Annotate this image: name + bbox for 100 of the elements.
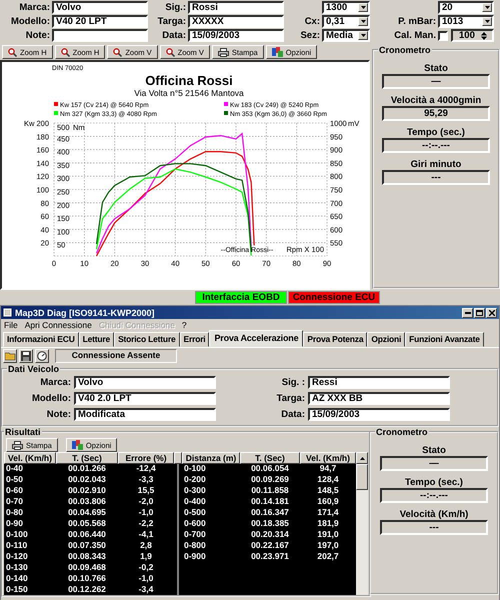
text-field[interactable]: AZ XXX BB (308, 392, 450, 405)
save-button[interactable] (19, 349, 33, 363)
dropdown-field[interactable]: 1300 (322, 1, 370, 14)
table-cell-text: 00.12.262 (67, 584, 107, 595)
text-field[interactable] (52, 29, 148, 42)
menu-item[interactable]: Apri Connessione (24, 320, 92, 330)
table-cell-text: 0-700 (183, 529, 207, 540)
table-cell-text: 00.06.440 (67, 529, 107, 540)
column-header[interactable]: Vel. (Km/h) (4, 452, 56, 464)
table-cell-text: -2,2 (138, 518, 154, 529)
table-cell-text: 00.03.806 (67, 496, 107, 507)
tab[interactable]: Prova Accelerazione (209, 330, 304, 347)
text-field[interactable]: Rossi (188, 1, 284, 14)
stopwatch-label: Stato (422, 445, 446, 456)
scroll-up-icon (360, 456, 364, 460)
column-header[interactable]: Vel. (Km/h) (300, 452, 356, 464)
tab[interactable]: Letture (78, 332, 114, 347)
table-cell-text: 181,9 (316, 518, 340, 529)
close-button[interactable] (486, 308, 497, 318)
table-cell-text: 0-130 (5, 562, 29, 573)
column-header[interactable]: T. (Sec) (56, 452, 118, 464)
table-cell-text: 202,7 (316, 551, 340, 562)
minimize-button[interactable] (462, 308, 473, 318)
table-cell-text: 00.10.766 (67, 573, 107, 584)
table-cell-text: 2,8 (139, 540, 153, 551)
spinner-field[interactable]: 100 (451, 29, 494, 42)
table-cell-text: 171,4 (316, 507, 340, 518)
table-cell-text: 1,9 (139, 551, 153, 562)
field-label: Modello: (10, 15, 50, 28)
table-cell-text: 191,0 (316, 529, 340, 540)
tab[interactable]: Opzioni (367, 332, 406, 347)
group-title: Cronometro (375, 427, 428, 437)
dropdown-field[interactable]: Media (322, 29, 370, 42)
table-cell-text: 00.11.858 (250, 485, 290, 496)
text-field[interactable]: Volvo (74, 376, 216, 389)
status-indicator: Connessione ECU (288, 291, 380, 304)
table-cell-text: 0-100 (5, 529, 29, 540)
table-cell-text: 0-60 (5, 485, 24, 496)
maximize-button[interactable] (474, 308, 485, 318)
printer-icon (218, 48, 229, 56)
close-icon (488, 310, 494, 316)
field-label: P. mBar: (397, 15, 436, 28)
table-cell-text: -12,4 (135, 463, 157, 474)
tab[interactable]: Funzioni Avanzate (405, 332, 484, 347)
dropdown-field[interactable]: 1013 (438, 15, 494, 28)
text-field[interactable]: Ressi (308, 376, 450, 389)
readout-field: — (380, 456, 488, 471)
minimize-icon (464, 312, 470, 314)
scrollbar[interactable] (356, 452, 368, 595)
table-cell-text: 0-600 (183, 518, 207, 529)
folder-icon (4, 352, 16, 360)
table-cell-text: 160,9 (316, 496, 340, 507)
tab[interactable]: Errori (180, 332, 210, 347)
column-header[interactable]: Distanza (m) (182, 452, 240, 464)
table-cell-text: 00.16.347 (250, 507, 290, 518)
text-field[interactable]: Modificata (74, 408, 216, 421)
chart-subtitle: Via Volta n°5 21546 Mantova (134, 88, 244, 98)
tab[interactable]: Informazioni ECU (3, 332, 79, 347)
table-cell-text: 00.02.043 (67, 474, 107, 485)
table-cell-text: 94,7 (318, 463, 338, 474)
group-title: Risultati (4, 427, 42, 437)
checkbox[interactable] (438, 30, 448, 40)
readout-field: --:--.--- (380, 488, 488, 503)
stopwatch-label: Tempo (sec.) (405, 477, 463, 488)
menu-item[interactable]: ? (182, 320, 187, 330)
scrollbar-thumb[interactable] (356, 464, 368, 490)
table-cell-text: -2,0 (138, 496, 154, 507)
open-button[interactable] (3, 349, 17, 363)
tab[interactable]: Storico Letture (114, 332, 180, 347)
text-field[interactable]: V40 2.0 LPT (74, 392, 216, 405)
connect-button[interactable] (35, 349, 49, 363)
table-cell-text: 0-110 (5, 540, 28, 551)
text-field[interactable]: XXXXX (188, 15, 284, 28)
stopwatch-label: Giri minuto (410, 159, 462, 170)
column-header[interactable]: T. (Sec) (240, 452, 300, 464)
readout-field: — (382, 74, 490, 89)
table-cell-text: 0-200 (183, 474, 207, 485)
text-field[interactable]: V40 20 LPT (52, 15, 148, 28)
text-field[interactable]: Volvo (52, 1, 148, 14)
field-label: Sig. : (280, 376, 305, 390)
caret-down-icon (360, 34, 366, 37)
spin-arrows-icon (480, 32, 487, 40)
table-cell-text: 00.23.971 (250, 551, 290, 562)
field-label: Marca: (18, 1, 50, 14)
column-header[interactable]: Errore (%) (118, 452, 174, 464)
readout-field: --- (380, 520, 488, 535)
field-label: Note: (46, 408, 71, 422)
dropdown-field[interactable]: 20 (438, 1, 494, 14)
stopwatch-label: Stato (424, 63, 448, 74)
table-cell-text: 0-150 (5, 584, 29, 595)
field-label: Data: (280, 408, 305, 422)
readout-field: --:--.--- (382, 138, 490, 153)
tab[interactable]: Prova Potenza (303, 332, 368, 347)
menu-item[interactable]: File (4, 320, 18, 330)
dropdown-field[interactable]: 0,31 (322, 15, 370, 28)
gauge-icon (37, 351, 47, 361)
zoom-icon (113, 48, 122, 56)
text-field[interactable]: 15/09/2003 (188, 29, 284, 42)
text-field[interactable]: 15/09/2003 (308, 408, 450, 421)
table-cell-text: 00.09.269 (250, 474, 290, 485)
